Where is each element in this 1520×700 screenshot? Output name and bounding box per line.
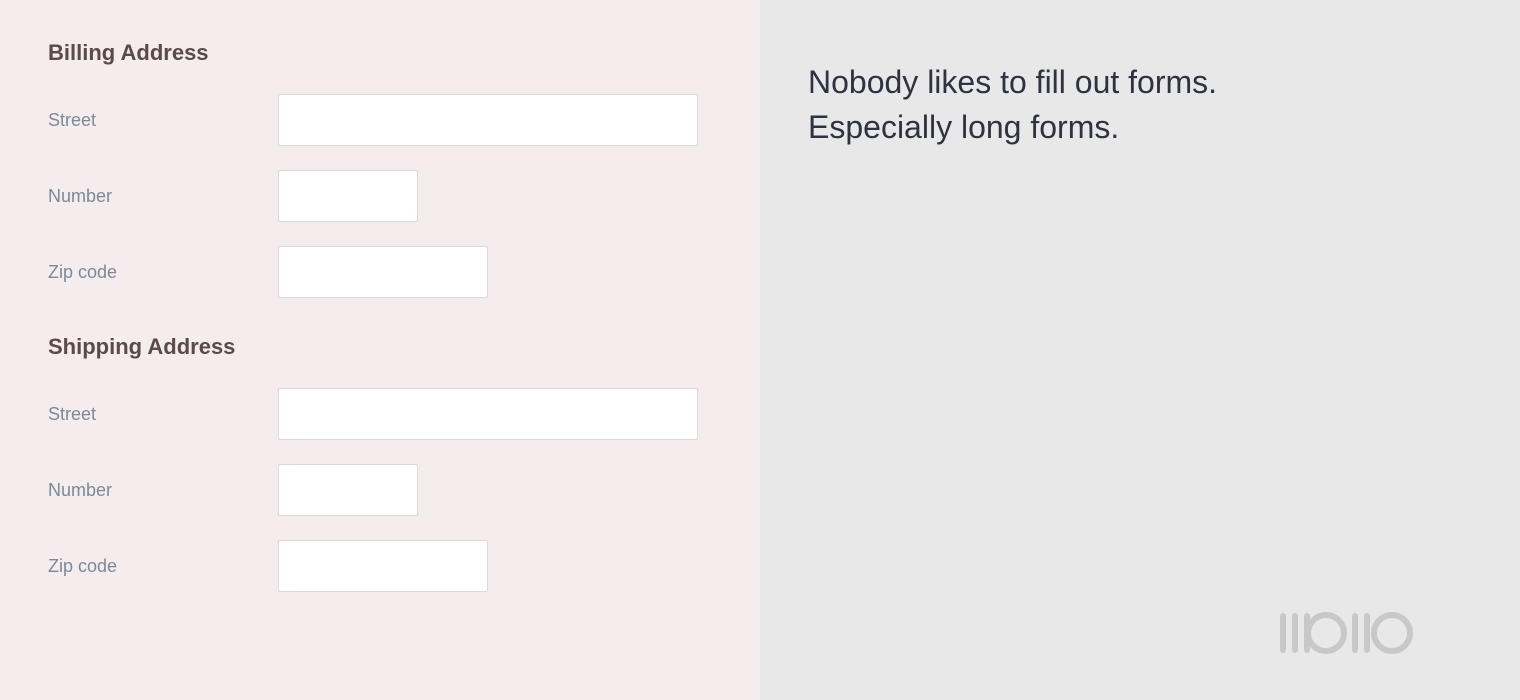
billing-address-section: Billing Address Street Number Zip code bbox=[48, 40, 712, 298]
mono-logo-svg bbox=[1280, 608, 1480, 658]
billing-number-input[interactable] bbox=[278, 170, 418, 222]
shipping-zip-row: Zip code bbox=[48, 540, 712, 592]
shipping-number-input[interactable] bbox=[278, 464, 418, 516]
tagline-line1: Nobody likes to fill out forms. bbox=[808, 64, 1217, 100]
shipping-street-row: Street bbox=[48, 388, 712, 440]
billing-number-row: Number bbox=[48, 170, 712, 222]
left-panel: Billing Address Street Number Zip code S… bbox=[0, 0, 760, 700]
billing-street-label: Street bbox=[48, 110, 278, 131]
billing-street-row: Street bbox=[48, 94, 712, 146]
tagline-line2: Especially long forms. bbox=[808, 109, 1119, 145]
billing-street-input[interactable] bbox=[278, 94, 698, 146]
billing-zip-row: Zip code bbox=[48, 246, 712, 298]
shipping-number-row: Number bbox=[48, 464, 712, 516]
shipping-address-section: Shipping Address Street Number Zip code bbox=[48, 334, 712, 592]
shipping-zip-label: Zip code bbox=[48, 556, 278, 577]
shipping-street-input[interactable] bbox=[278, 388, 698, 440]
billing-number-label: Number bbox=[48, 186, 278, 207]
shipping-number-label: Number bbox=[48, 480, 278, 501]
billing-address-title: Billing Address bbox=[48, 40, 712, 66]
right-panel: Nobody likes to fill out forms. Especial… bbox=[760, 0, 1520, 700]
billing-zip-label: Zip code bbox=[48, 262, 278, 283]
shipping-address-title: Shipping Address bbox=[48, 334, 712, 360]
shipping-street-label: Street bbox=[48, 404, 278, 425]
mono-logo bbox=[1280, 608, 1480, 670]
billing-zip-input[interactable] bbox=[278, 246, 488, 298]
shipping-zip-input[interactable] bbox=[278, 540, 488, 592]
tagline: Nobody likes to fill out forms. Especial… bbox=[808, 60, 1472, 150]
